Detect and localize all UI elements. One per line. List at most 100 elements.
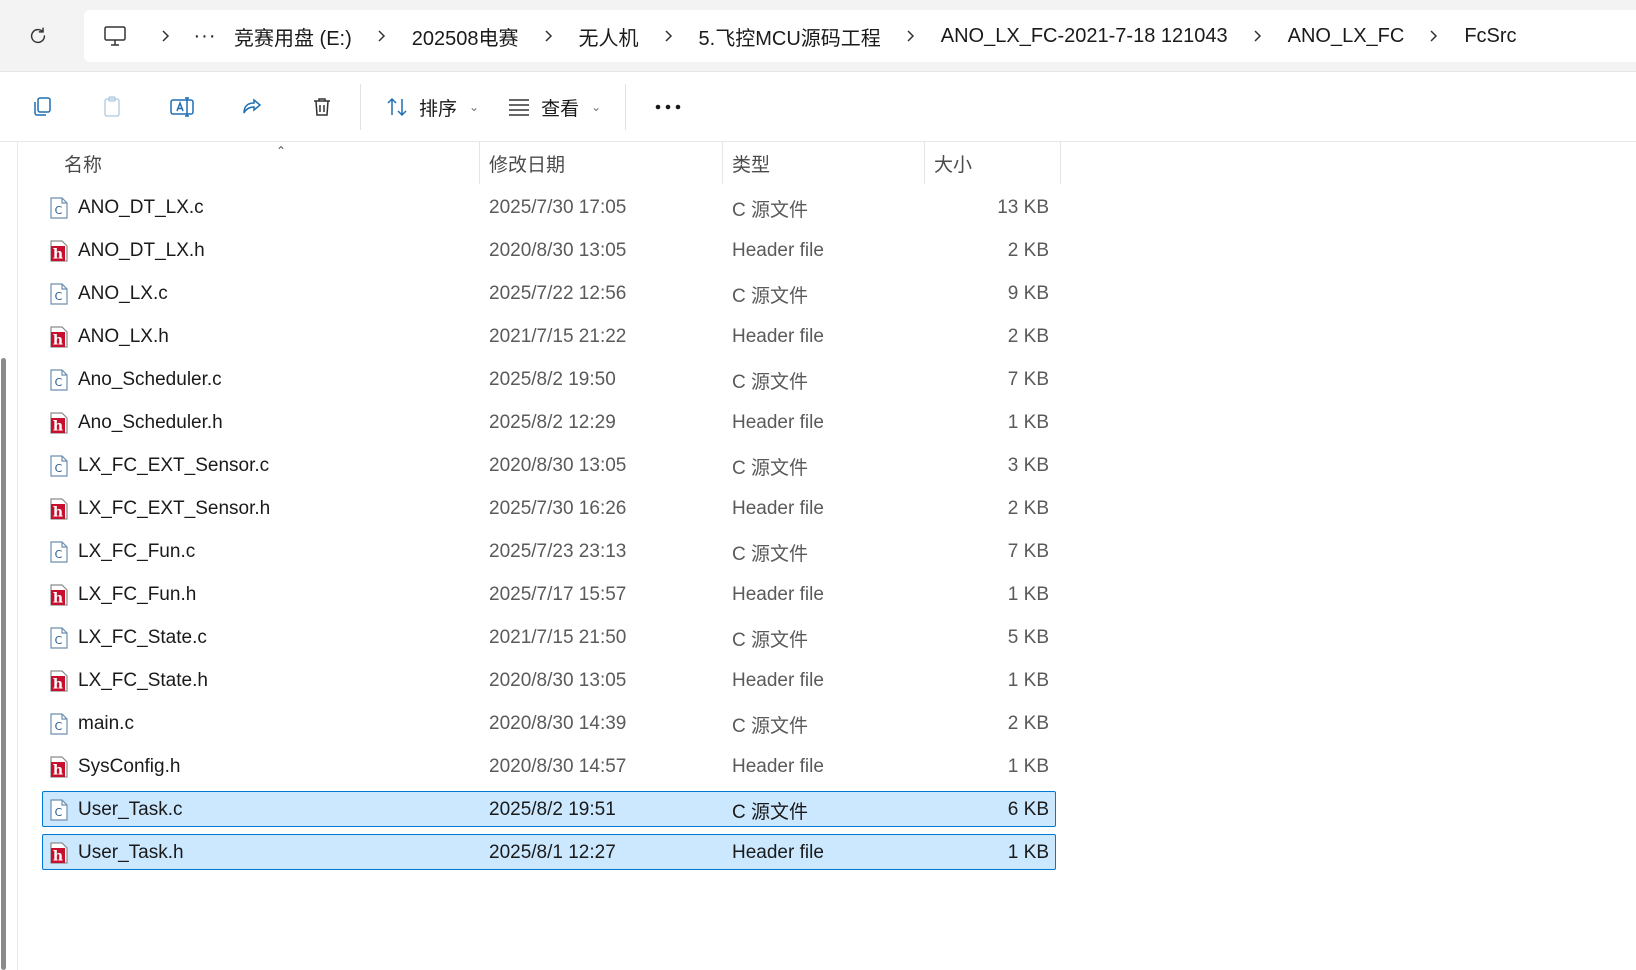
header-file-icon: h (50, 498, 68, 521)
column-header-size[interactable]: 大小 (934, 142, 972, 184)
view-label: 查看 (541, 98, 580, 120)
chevron-right-icon[interactable] (1238, 29, 1278, 43)
breadcrumb-item[interactable]: FcSrc (1454, 16, 1526, 56)
file-date: 2020/8/30 14:57 (489, 756, 627, 777)
file-name: User_Task.h (78, 842, 184, 863)
file-date: 2021/7/15 21:50 (489, 627, 627, 648)
vertical-scrollbar[interactable] (0, 142, 8, 970)
view-button[interactable]: 查看 ⌄ (493, 83, 615, 131)
column-resize-handle[interactable] (924, 142, 925, 184)
column-header-type[interactable]: 类型 (732, 142, 770, 184)
scrollbar-thumb[interactable] (1, 358, 6, 970)
file-date: 2025/7/22 12:56 (489, 283, 627, 304)
this-pc-icon (104, 26, 126, 46)
breadcrumb-item[interactable]: 202508电赛 (402, 16, 529, 56)
column-resize-handle[interactable] (479, 142, 480, 184)
refresh-icon (30, 27, 46, 44)
breadcrumb-item[interactable]: 竞赛用盘 (E:) (224, 16, 362, 56)
more-button[interactable] (640, 83, 696, 131)
file-size: 9 KB (1007, 283, 1049, 304)
file-row[interactable]: C LX_FC_Fun.c 2025/7/23 23:13 C 源文件 7 KB (42, 533, 1056, 569)
header-file-icon: h (50, 670, 68, 693)
svg-text:C: C (55, 204, 63, 217)
file-name: LX_FC_State.c (78, 627, 207, 648)
breadcrumb-item[interactable]: ANO_LX_FC-2021-7-18 121043 (931, 16, 1238, 56)
file-row[interactable]: C User_Task.c 2025/8/2 19:51 C 源文件 6 KB (42, 791, 1056, 827)
svg-text:h: h (53, 763, 63, 779)
file-date: 2025/8/2 19:50 (489, 369, 616, 390)
file-row[interactable]: h SysConfig.h 2020/8/30 14:57 Header file 1 … (42, 748, 1056, 784)
breadcrumb-item[interactable]: 无人机 (569, 16, 649, 56)
file-type: C 源文件 (732, 457, 809, 479)
chevron-right-icon[interactable] (649, 29, 689, 43)
file-row[interactable]: h LX_FC_State.h 2020/8/30 13:05 Header file… (42, 662, 1056, 698)
chevron-right-icon[interactable] (1414, 29, 1454, 43)
file-size: 1 KB (1007, 412, 1049, 433)
file-row[interactable]: Cmain.c 2020/8/30 14:39 C 源文件 2 KB (42, 705, 1056, 741)
paste-icon (104, 96, 120, 117)
file-size: 5 KB (1007, 627, 1049, 648)
chevron-right-icon[interactable] (146, 29, 186, 43)
refresh-button[interactable] (20, 18, 56, 54)
header-file-icon: h (50, 756, 68, 779)
file-size: 6 KB (1007, 799, 1049, 820)
file-name: LX_FC_State.h (78, 670, 208, 691)
delete-button[interactable] (294, 83, 350, 131)
column-header-date[interactable]: 修改日期 (489, 142, 565, 184)
file-row[interactable]: C LX_FC_EXT_Sensor.c 2020/8/30 13:05 C 源文件 3… (42, 447, 1056, 483)
file-name: User_Task.c (78, 799, 183, 820)
column-header-name[interactable]: 名称 (64, 142, 102, 184)
share-button[interactable] (224, 83, 280, 131)
breadcrumb-overflow-button[interactable]: ··· (186, 25, 224, 48)
file-date: 2025/7/30 17:05 (489, 197, 627, 218)
file-date: 2020/8/30 13:05 (489, 240, 627, 261)
chevron-right-icon[interactable] (891, 29, 931, 43)
header-file-icon: h (50, 326, 68, 349)
rename-icon (170, 97, 194, 117)
file-row[interactable]: h ANO_DT_LX.h 2020/8/30 13:05 Header file 2 … (42, 232, 1056, 268)
column-resize-handle[interactable] (1060, 142, 1061, 184)
c-file-icon: C (50, 541, 68, 563)
file-size: 2 KB (1007, 240, 1049, 261)
paste-button[interactable] (84, 83, 140, 131)
file-row[interactable]: h User_Task.h 2025/8/1 12:27 Header file 1 K… (42, 834, 1056, 870)
copy-button[interactable] (14, 83, 70, 131)
more-icon (655, 104, 681, 110)
breadcrumb[interactable]: ··· 竞赛用盘 (E:) 202508电赛 无人机 5.飞控MCU源码工程 ANO_L… (84, 10, 1636, 62)
c-file-icon: C (50, 197, 68, 219)
column-resize-handle[interactable] (722, 142, 723, 184)
breadcrumb-item[interactable]: 5.飞控MCU源码工程 (689, 16, 891, 56)
svg-text:h: h (53, 505, 63, 521)
file-type: C 源文件 (732, 715, 809, 737)
chevron-right-icon[interactable] (529, 29, 569, 43)
breadcrumb-item[interactable]: ANO_LX_FC (1278, 16, 1415, 56)
c-file-icon: C (50, 369, 68, 391)
file-row[interactable]: h LX_FC_EXT_Sensor.h 2025/7/30 16:26 Header… (42, 490, 1056, 526)
sort-button[interactable]: 排序 ⌄ (371, 83, 493, 131)
file-date: 2020/8/30 13:05 (489, 455, 627, 476)
file-row[interactable]: h LX_FC_Fun.h 2025/7/17 15:57 Header file 1 … (42, 576, 1056, 612)
c-file-icon: C (50, 627, 68, 649)
file-type: C 源文件 (732, 801, 809, 823)
this-pc-button[interactable] (84, 10, 146, 62)
file-type: Header file (732, 584, 824, 605)
file-row[interactable]: h Ano_Scheduler.h 2025/8/2 12:29 Header fil… (42, 404, 1056, 440)
file-row[interactable]: C Ano_Scheduler.c 2025/8/2 19:50 C 源文件 7 KB (42, 361, 1056, 397)
file-type: C 源文件 (732, 371, 809, 393)
file-row[interactable]: C LX_FC_State.c 2021/7/15 21:50 C 源文件 5 KB (42, 619, 1056, 655)
file-row[interactable]: C ANO_LX.c 2025/7/22 12:56 C 源文件 9 KB (42, 275, 1056, 311)
rename-button[interactable] (154, 83, 210, 131)
file-row[interactable]: C ANO_DT_LX.c 2025/7/30 17:05 C 源文件 13 KB (42, 189, 1056, 225)
file-name: ANO_DT_LX.h (78, 240, 205, 261)
header-file-icon: h (50, 240, 68, 263)
file-size: 2 KB (1007, 713, 1049, 734)
file-row[interactable]: h ANO_LX.h 2021/7/15 21:22 Header file 2 KB (42, 318, 1056, 354)
file-size: 3 KB (1007, 455, 1049, 476)
file-size: 2 KB (1007, 498, 1049, 519)
chevron-right-icon[interactable] (362, 29, 402, 43)
toolbar-separator (625, 84, 627, 130)
header-file-icon: h (50, 412, 68, 435)
file-type: Header file (732, 326, 824, 347)
file-type: Header file (732, 240, 824, 261)
file-name: ANO_LX.c (78, 283, 168, 304)
